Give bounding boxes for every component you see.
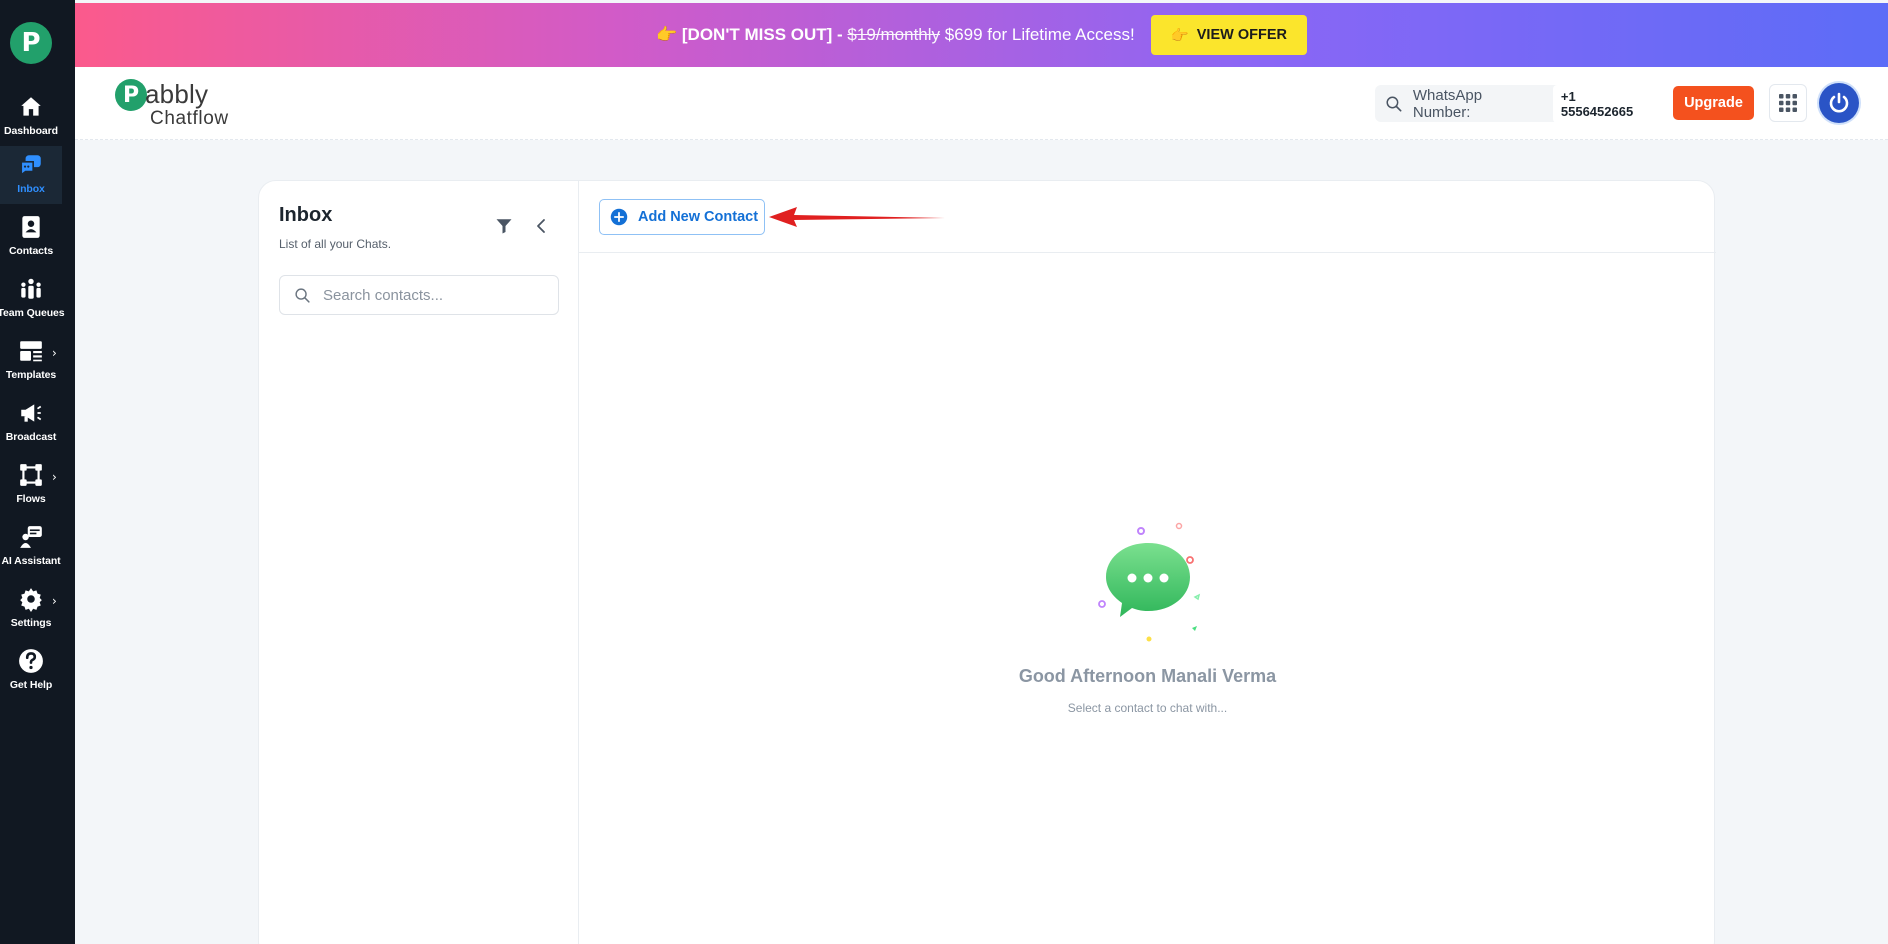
sidebar-item-label: Contacts <box>8 245 54 257</box>
search-icon <box>295 287 310 303</box>
chevron-right-icon: › <box>52 470 57 484</box>
empty-state: Good Afternoon Manali Verma Select a con… <box>579 511 1716 715</box>
team-icon <box>21 278 41 299</box>
view-offer-button[interactable]: 👉 VIEW OFFER <box>1150 15 1307 55</box>
search-input[interactable] <box>323 286 543 304</box>
sidebar-item-label: Team Queues <box>0 307 65 319</box>
sidebar-item-label: AI Assistant <box>1 555 61 567</box>
app-logo-letter: P <box>21 28 41 58</box>
sidebar-item-inbox[interactable]: Inbox <box>0 146 62 204</box>
sidebar-item-settings[interactable]: Settings › <box>0 580 62 638</box>
sidebar-item-label: Inbox <box>17 183 45 195</box>
promo-text: 👉 [DON'T MISS OUT] - $19/monthly $699 fo… <box>656 25 1135 45</box>
sidebar-item-ai-assistant[interactable]: AI Assistant <box>0 518 62 576</box>
brand-name: abbly <box>145 79 209 109</box>
chat-icon <box>20 155 41 177</box>
promo-banner: 👉 [DON'T MISS OUT] - $19/monthly $699 fo… <box>75 3 1888 67</box>
sidebar-item-label: Get Help <box>9 679 53 691</box>
sidebar-item-label: Flows <box>16 493 46 505</box>
search-icon <box>1386 96 1402 112</box>
whatsapp-number-label: WhatsApp Number: <box>1412 86 1483 121</box>
add-circle-icon <box>610 208 628 226</box>
sidebar-item-flows[interactable]: Flows › <box>0 456 62 514</box>
promo-separator: - <box>832 25 848 44</box>
megaphone-icon <box>21 404 42 422</box>
chat-bubble-illustration-icon <box>1097 522 1200 642</box>
sidebar-item-dashboard[interactable]: Dashboard <box>0 88 62 146</box>
filter-icon[interactable] <box>495 217 513 235</box>
contact-book-icon <box>22 216 40 238</box>
sidebar: P Dashboard Inbox Contacts Team Queues T… <box>0 0 75 944</box>
annotation-arrow-icon <box>769 207 945 227</box>
sidebar-item-label: Templates <box>5 369 57 381</box>
inbox-card: Inbox List of all your Chats. Add New Co… <box>258 180 1716 944</box>
upgrade-button[interactable]: Upgrade <box>1673 86 1754 120</box>
app-logo[interactable]: P <box>10 22 52 64</box>
add-new-contact-label: Add New Contact <box>638 209 759 225</box>
promo-offer: $699 for Lifetime Access! <box>940 25 1135 44</box>
page-subtitle: List of all your Chats. <box>279 237 392 251</box>
whatsapp-number-value: +1 5556452665 <box>1552 84 1659 123</box>
promo-highlight: [DON'T MISS OUT] <box>681 25 833 44</box>
power-icon <box>1829 92 1849 113</box>
inbox-panel: Inbox List of all your Chats. <box>259 181 579 944</box>
sidebar-item-label: Dashboard <box>4 125 58 137</box>
flow-icon <box>20 464 42 486</box>
template-icon <box>20 341 42 362</box>
brand-product: Chatflow <box>150 108 229 129</box>
chevron-right-icon: › <box>52 594 57 608</box>
brand-logo-mark: P <box>115 79 147 111</box>
chat-toolbar: Add New Contact <box>579 181 1716 253</box>
promo-old-price: $19/monthly <box>847 25 941 44</box>
top-header: P abbly Chatflow WhatsApp Number: +1 555… <box>75 67 1888 140</box>
greeting-text: Good Afternoon Manali Verma <box>1018 666 1277 686</box>
view-offer-label: VIEW OFFER <box>1196 27 1287 43</box>
home-icon <box>21 97 41 116</box>
add-new-contact-button[interactable]: Add New Contact <box>599 199 765 235</box>
gear-icon <box>20 588 42 612</box>
contact-search[interactable] <box>279 275 559 315</box>
sidebar-item-label: Broadcast <box>5 431 57 443</box>
sidebar-item-team-queues[interactable]: Team Queues <box>0 270 65 328</box>
pointing-hand-icon: 👉 <box>1170 27 1189 44</box>
brand-logo[interactable]: P abbly Chatflow <box>115 79 245 129</box>
sidebar-item-get-help[interactable]: Get Help <box>0 642 62 700</box>
page-title: Inbox <box>279 204 333 226</box>
sidebar-item-contacts[interactable]: Contacts <box>0 208 62 266</box>
chat-panel: Add New Contact Good Afternoon Manali Ve… <box>579 181 1716 944</box>
pointing-hand-emoji: 👉 <box>655 25 678 44</box>
help-icon <box>19 649 43 673</box>
select-contact-hint: Select a contact to chat with... <box>1067 701 1228 715</box>
whatsapp-number-selector[interactable]: WhatsApp Number: +1 5556452665 <box>1375 84 1659 123</box>
chevron-left-icon[interactable] <box>533 217 549 235</box>
sidebar-item-label: Settings <box>10 617 52 629</box>
grid-icon <box>1779 94 1797 112</box>
sidebar-item-templates[interactable]: Templates › <box>0 332 62 390</box>
chevron-right-icon: › <box>52 346 57 360</box>
sidebar-item-broadcast[interactable]: Broadcast <box>0 394 62 452</box>
ai-assistant-icon <box>20 526 42 548</box>
user-avatar[interactable] <box>1819 83 1859 123</box>
apps-menu-button[interactable] <box>1769 84 1807 122</box>
